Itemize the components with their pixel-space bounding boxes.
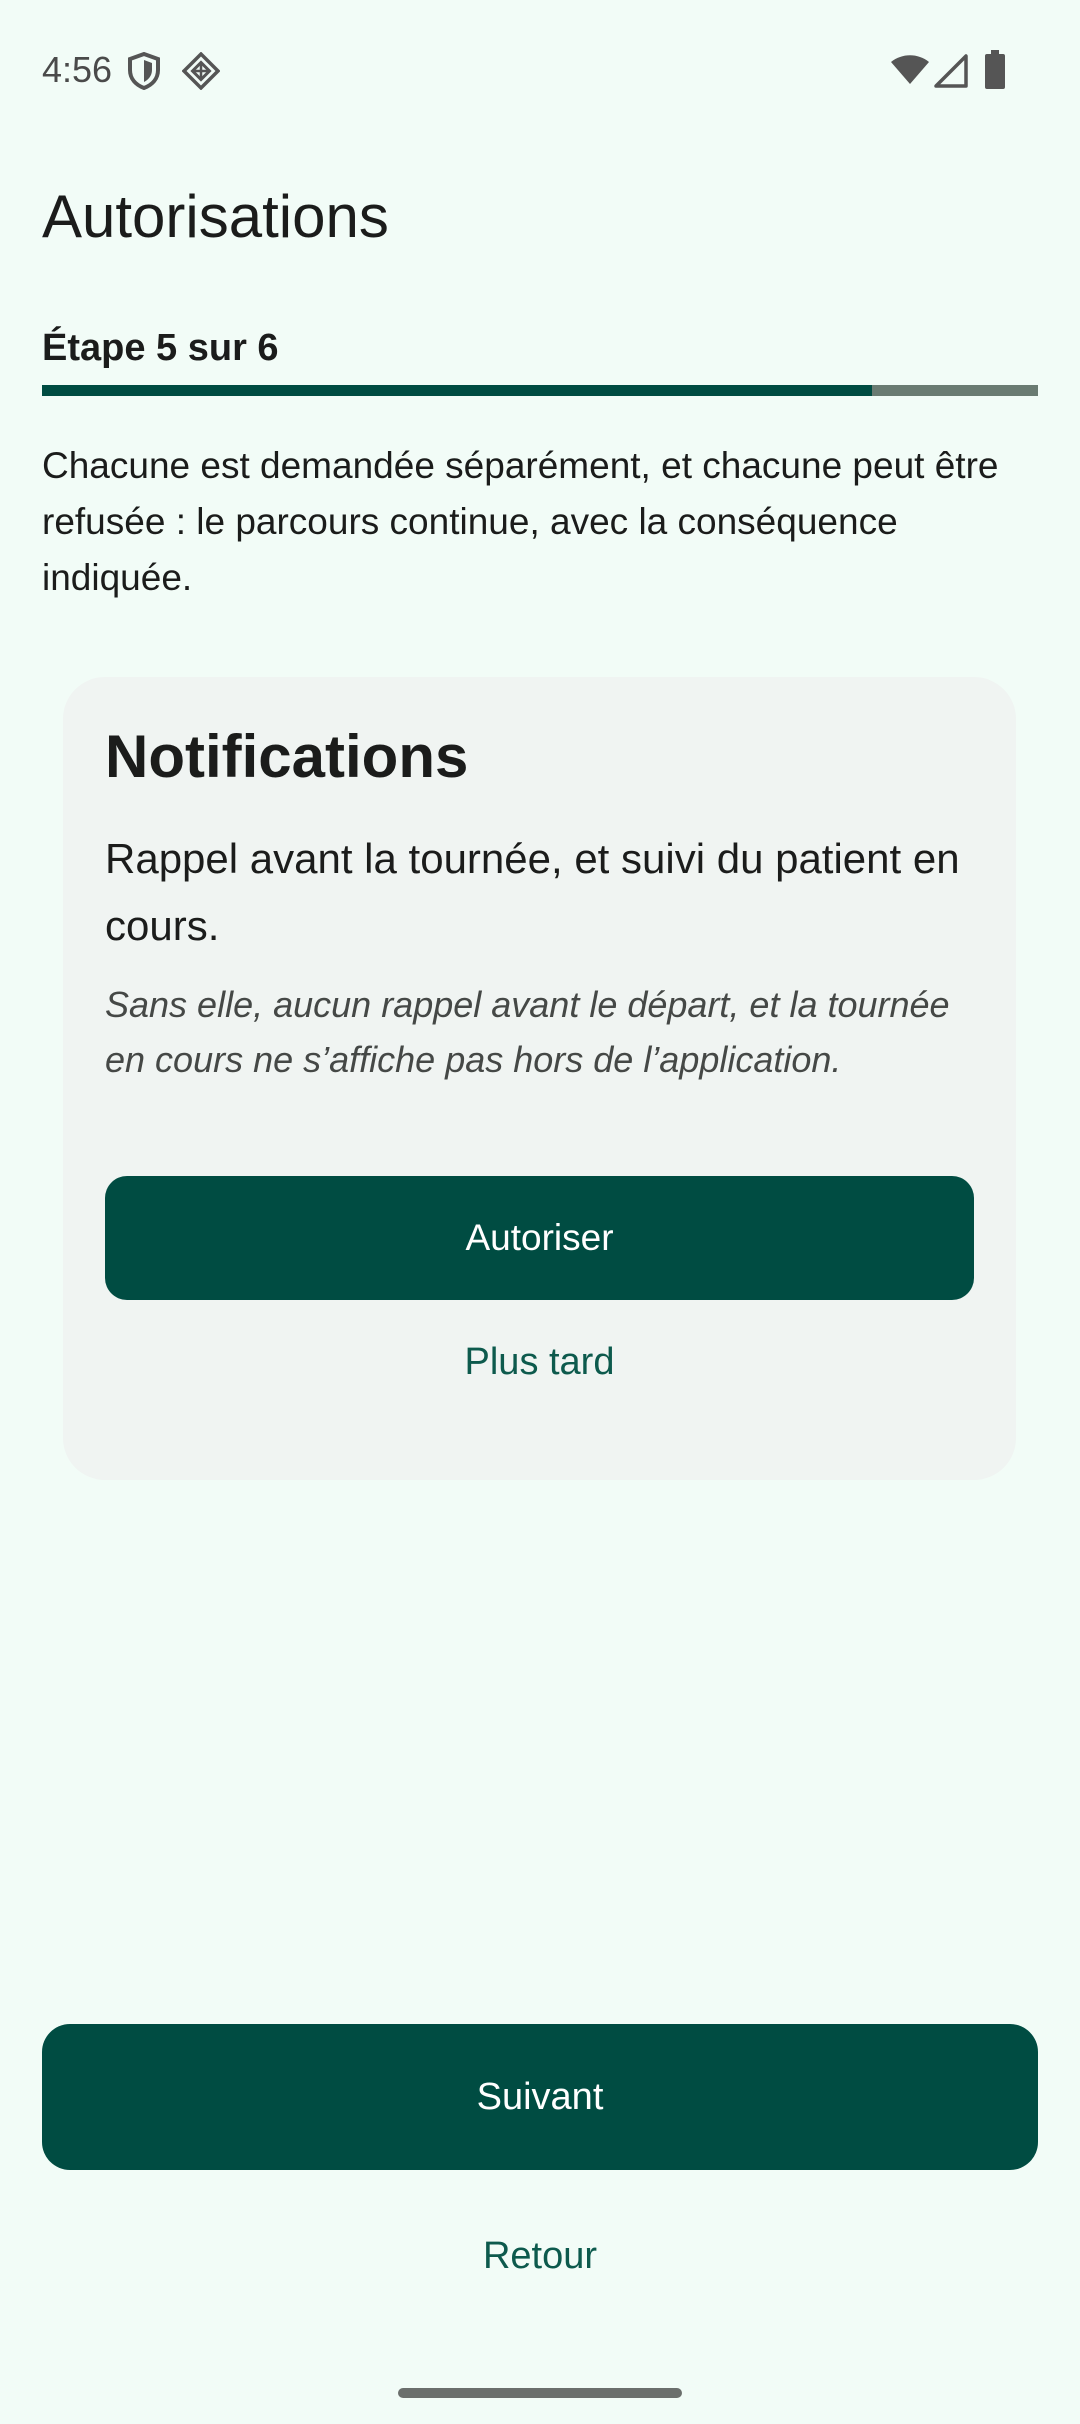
battery-icon xyxy=(985,50,1005,89)
home-indicator[interactable] xyxy=(398,2388,682,2398)
signal-icon xyxy=(934,54,968,88)
allow-button[interactable]: Autoriser xyxy=(105,1176,974,1300)
shield-icon xyxy=(128,52,160,90)
page-title: Autorisations xyxy=(42,183,389,250)
status-time: 4:56 xyxy=(42,49,113,90)
step-progress-bar xyxy=(42,385,1038,396)
intro-text: Chacune est demandée séparément, et chac… xyxy=(42,445,999,598)
permission-title: Notifications xyxy=(105,723,469,790)
vpn-key-icon xyxy=(182,52,220,90)
later-button[interactable]: Plus tard xyxy=(105,1327,974,1397)
permission-consequence: Sans elle, aucun rappel avant le départ,… xyxy=(105,984,950,1080)
notifications-permission-card: Notifications Rappel avant la tournée, e… xyxy=(63,677,1016,1480)
next-button[interactable]: Suivant xyxy=(42,2024,1038,2170)
step-progress-fill xyxy=(42,385,872,396)
step-label: Étape 5 sur 6 xyxy=(42,327,279,369)
back-button[interactable]: Retour xyxy=(42,2218,1038,2294)
wifi-icon xyxy=(891,55,929,84)
status-bar: 4:56 xyxy=(0,0,1080,140)
permission-description: Rappel avant la tournée, et suivi du pat… xyxy=(105,835,960,949)
